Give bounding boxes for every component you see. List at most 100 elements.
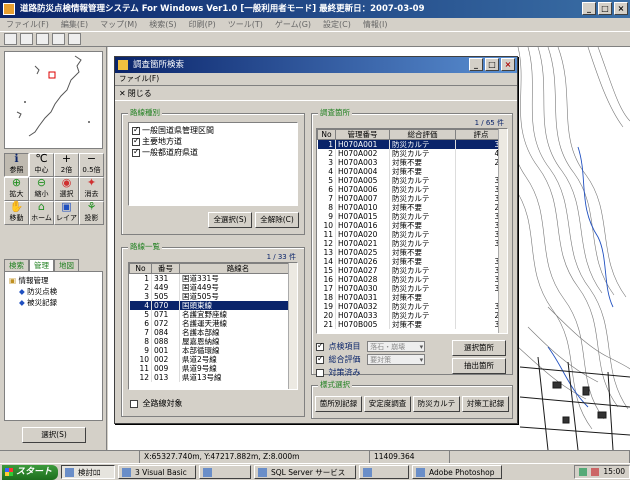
route-row[interactable]: 4 070 国頭東線 bbox=[129, 301, 297, 310]
tool-center[interactable]: ℃ 中心 bbox=[29, 153, 54, 177]
survey-row[interactable]: 11H070A020防災カルテ35 bbox=[317, 230, 507, 239]
tool-zoom-in[interactable]: ⊕ 拡大 bbox=[4, 177, 29, 201]
survey-scrollbar[interactable] bbox=[498, 129, 507, 333]
survey-row[interactable]: 20H070A033防災カルテ28 bbox=[317, 311, 507, 320]
column-header[interactable]: 総合評価 bbox=[389, 129, 456, 140]
survey-row[interactable]: 9H070A015防災カルテ38 bbox=[317, 212, 507, 221]
survey-row[interactable]: 1H070A001防災カルテ38 bbox=[317, 139, 507, 149]
survey-row[interactable]: 18 H070A031 対策不要 bbox=[317, 293, 507, 302]
survey-row[interactable]: 19H070A032防災カルテ36 bbox=[317, 302, 507, 311]
survey-row[interactable]: 14H070A026対策不要31 bbox=[317, 257, 507, 266]
column-header[interactable]: No bbox=[317, 129, 336, 140]
menu-map[interactable]: マップ(M) bbox=[100, 18, 137, 31]
survey-row[interactable]: 3H070A003対策不要23 bbox=[317, 158, 507, 167]
route-row[interactable]: 3 505 国道505号 bbox=[129, 292, 297, 301]
route-row[interactable]: 7 084 名護本部線 bbox=[129, 328, 297, 337]
menu-edit[interactable]: 編集(E) bbox=[61, 18, 88, 31]
route-row[interactable]: 2 449 国道449号 bbox=[129, 283, 297, 292]
survey-row[interactable]: 13 H070A025 対策不要 bbox=[317, 248, 507, 257]
tab-manage[interactable]: 管理 bbox=[29, 259, 54, 271]
deselect-all-button[interactable]: 全解除(C) bbox=[255, 212, 299, 228]
dialog-menu-file[interactable]: ファイル(F) bbox=[115, 73, 517, 85]
minimize-button[interactable]: _ bbox=[582, 2, 596, 15]
route-type-item[interactable]: 一般都道府県道 bbox=[132, 147, 294, 158]
route-row[interactable]: 5 071 名護宜野座線 bbox=[129, 310, 297, 319]
survey-row[interactable]: 5H070A005防災カルテ34 bbox=[317, 176, 507, 185]
route-row[interactable]: 10 002 県道2号線 bbox=[129, 355, 297, 364]
column-header[interactable]: 番号 bbox=[151, 263, 180, 274]
dialog-close-action[interactable]: 閉じる bbox=[128, 88, 152, 99]
checkbox[interactable] bbox=[316, 341, 324, 351]
column-header[interactable]: 管理番号 bbox=[335, 129, 390, 140]
survey-row[interactable]: 7H070A007防災カルテ36 bbox=[317, 194, 507, 203]
route-row[interactable]: 12 013 県道13号線 bbox=[129, 373, 297, 382]
tree-root[interactable]: ▣ 情報管理 bbox=[9, 275, 98, 286]
extract-location-button[interactable]: 抽出箇所 bbox=[452, 358, 506, 374]
column-header[interactable]: 路線名 bbox=[179, 263, 297, 274]
column-header[interactable]: No bbox=[129, 263, 152, 274]
menu-settings[interactable]: 設定(C) bbox=[323, 18, 351, 31]
tab-search[interactable]: 検索 bbox=[4, 259, 29, 271]
taskbar-task[interactable]: Adobe Photoshop bbox=[412, 465, 502, 479]
print-icon[interactable] bbox=[52, 33, 65, 45]
taskbar-task[interactable]: 検討ﾛﾛ bbox=[61, 465, 115, 479]
menu-file[interactable]: ファイル(F) bbox=[6, 18, 49, 31]
checkbox[interactable] bbox=[130, 399, 138, 408]
taskbar-task[interactable] bbox=[199, 465, 251, 479]
route-row[interactable]: 8 088 屋嘉恩納線 bbox=[129, 337, 297, 346]
tree-item[interactable]: ◆ 防災点検 bbox=[9, 286, 98, 297]
route-scrollbar[interactable] bbox=[288, 263, 297, 389]
checkbox[interactable] bbox=[132, 147, 140, 157]
tool-select[interactable]: ◉ 選択 bbox=[54, 177, 79, 201]
tool-zoom-2x[interactable]: + 2倍 bbox=[54, 153, 79, 177]
tool-zoom-out[interactable]: ⊖ 縮小 bbox=[29, 177, 54, 201]
select-all-button[interactable]: 全選択(S) bbox=[208, 212, 252, 228]
route-row[interactable]: 9 001 本部循環線 bbox=[129, 346, 297, 355]
tool-zoom-half[interactable]: − 0.5倍 bbox=[79, 153, 104, 177]
close-button[interactable]: × bbox=[614, 2, 628, 15]
taskbar-task[interactable]: SQL Server サービス bbox=[254, 465, 356, 479]
route-row[interactable]: 6 072 名護運天港線 bbox=[129, 319, 297, 328]
tool-reference[interactable]: ℹ 参照 bbox=[4, 153, 29, 177]
tray-icon[interactable] bbox=[579, 468, 588, 476]
survey-row[interactable]: 17H070A030防災カルテ31 bbox=[317, 284, 507, 293]
taskbar-task[interactable]: 3 Visual Basic bbox=[118, 465, 196, 479]
survey-row[interactable]: 15H070A027防災カルテ31 bbox=[317, 266, 507, 275]
binoculars-icon[interactable] bbox=[68, 33, 81, 45]
form-button-stability-survey[interactable]: 安定度調査 bbox=[364, 396, 411, 412]
tray-icon[interactable] bbox=[591, 468, 600, 476]
checkbox[interactable] bbox=[316, 368, 324, 377]
taskbar-task[interactable] bbox=[359, 465, 409, 479]
checkbox[interactable] bbox=[316, 354, 324, 364]
select-location-button[interactable]: 選択箇所 bbox=[452, 340, 506, 356]
tab-map[interactable]: 地図 bbox=[54, 259, 79, 271]
start-button[interactable]: スタート bbox=[2, 464, 58, 480]
form-button-disaster-chart[interactable]: 防災カルテ bbox=[413, 396, 460, 412]
survey-row[interactable]: 6H070A006防災カルテ34 bbox=[317, 185, 507, 194]
tree-item[interactable]: ◆ 被災記録 bbox=[9, 297, 98, 308]
menu-game[interactable]: ゲーム(G) bbox=[275, 18, 311, 31]
overview-minimap[interactable] bbox=[4, 51, 103, 149]
select-button[interactable]: 選択(S) bbox=[22, 427, 86, 443]
checkbox[interactable] bbox=[132, 125, 140, 135]
checkbox[interactable] bbox=[132, 136, 140, 146]
menu-tool[interactable]: ツール(T) bbox=[228, 18, 263, 31]
tool-erase[interactable]: ✦ 消去 bbox=[79, 177, 104, 201]
route-row[interactable]: 1 331 国道331号 bbox=[129, 273, 297, 283]
dialog-maximize-button[interactable]: □ bbox=[485, 58, 499, 71]
dialog-minimize-button[interactable]: _ bbox=[469, 58, 483, 71]
route-type-item[interactable]: 主要地方道 bbox=[132, 136, 294, 147]
all-routes-option[interactable]: 全路線対象 bbox=[130, 398, 183, 409]
form-button-countermeasure-record[interactable]: 対策工記録 bbox=[462, 396, 509, 412]
survey-row[interactable]: 8H070A010対策不要27 bbox=[317, 203, 507, 212]
save-icon[interactable] bbox=[20, 33, 33, 45]
survey-row[interactable]: 21H070B005対策不要31 bbox=[317, 320, 507, 329]
document-icon[interactable] bbox=[36, 33, 49, 45]
survey-row[interactable]: 16H070A028防災カルテ35 bbox=[317, 275, 507, 284]
open-icon[interactable] bbox=[4, 33, 17, 45]
tool-pan[interactable]: ✋ 移動 bbox=[4, 201, 29, 225]
dialog-close-button[interactable]: × bbox=[501, 58, 515, 71]
tool-projection[interactable]: ⚘ 投影 bbox=[79, 201, 104, 225]
filter-dropdown[interactable]: 要対策 bbox=[367, 354, 426, 365]
tool-layer[interactable]: ▣ レイア bbox=[54, 201, 79, 225]
